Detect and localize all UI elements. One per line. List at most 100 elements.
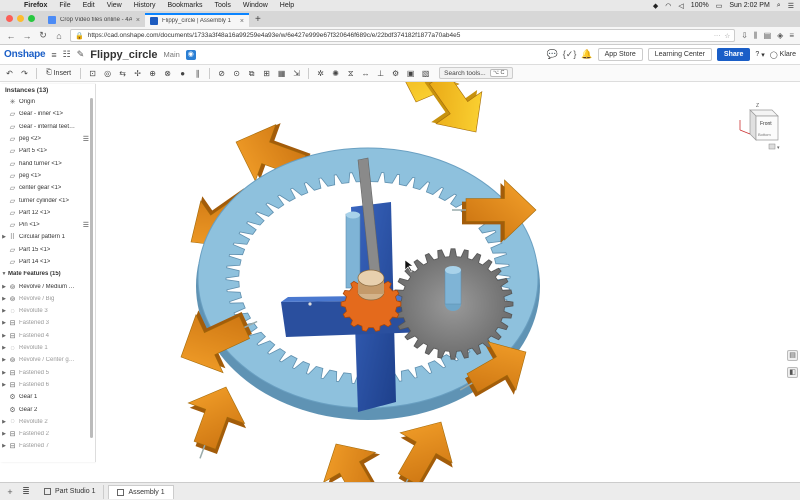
mate-list-item[interactable]: ⚙ Gear 2 bbox=[0, 403, 95, 415]
mate-list-item[interactable]: ▶ ⊟ Fastened 6 bbox=[0, 379, 95, 391]
menu-file[interactable]: File bbox=[53, 2, 76, 9]
onshape-logo[interactable]: Onshape bbox=[4, 49, 46, 60]
instance-list-item[interactable]: ▱ Part 14 <1> bbox=[0, 256, 95, 268]
explode-tool-icon[interactable]: ⇲ bbox=[291, 68, 302, 79]
linear-relation-tool-icon[interactable]: ↔ bbox=[360, 68, 371, 79]
gear-relation-tool-icon[interactable]: ✲ bbox=[315, 68, 326, 79]
mate-connector-tool-icon[interactable]: ⊙ bbox=[231, 68, 242, 79]
release-icon[interactable]: ◉ bbox=[185, 49, 196, 60]
notifications-bell-icon[interactable]: 🔔 bbox=[581, 49, 592, 60]
edit-pencil-icon[interactable]: ✎ bbox=[77, 49, 85, 60]
chevron-down-icon[interactable]: ▼ bbox=[0, 271, 8, 277]
learning-center-button[interactable]: Learning Center bbox=[647, 48, 712, 61]
ball-mate-tool-icon[interactable]: ● bbox=[177, 68, 188, 79]
instance-list-item[interactable]: ▶ ⠿ Circular pattern 1 bbox=[0, 231, 95, 243]
chevron-right-icon[interactable]: ▶ bbox=[0, 296, 8, 302]
rack-pinion-tool-icon[interactable]: ✺ bbox=[330, 68, 341, 79]
replicate-tool-icon[interactable]: ⊞ bbox=[261, 68, 272, 79]
chevron-right-icon[interactable]: ▶ bbox=[0, 320, 8, 326]
app-store-button[interactable]: App Store bbox=[597, 48, 643, 61]
menu-edit[interactable]: Edit bbox=[77, 2, 101, 9]
panel-scrollbar[interactable] bbox=[90, 98, 93, 438]
instance-list-item[interactable]: ▱ Part 5 <1> bbox=[0, 145, 95, 157]
chevron-right-icon[interactable]: ▶ bbox=[0, 333, 8, 339]
mate-list-item[interactable]: ▶ ⊚ Revolve / Medium … bbox=[0, 280, 95, 292]
instance-list-item[interactable]: ▱ peg <2> ☰ bbox=[0, 133, 95, 145]
mate-list-item[interactable]: ▶ ⊚ Revolve / Center g… bbox=[0, 354, 95, 366]
browser-tab-crop-video[interactable]: Crop Video files online - 4A0… × bbox=[43, 13, 145, 27]
menu-view[interactable]: View bbox=[101, 2, 128, 9]
spotlight-icon[interactable]: ⌕ bbox=[777, 2, 781, 10]
mate-features-header[interactable]: ▼ Mate Features (15) bbox=[0, 268, 95, 280]
graphics-canvas[interactable]: Z Front Bottom ▾ ▤ ◧ bbox=[96, 22, 800, 500]
user-menu[interactable]: ◯ Klare bbox=[770, 51, 796, 59]
menu-history[interactable]: History bbox=[128, 2, 162, 9]
slider-mate-tool-icon[interactable]: ⇆ bbox=[117, 68, 128, 79]
volume-icon[interactable]: ◁ bbox=[678, 2, 683, 10]
mate-list-item[interactable]: ▶ ◌ Revolute 2 bbox=[0, 416, 95, 428]
back-icon[interactable]: ← bbox=[6, 31, 16, 41]
chevron-right-icon[interactable]: ▶ bbox=[0, 357, 8, 363]
instance-list-item[interactable]: ✳ Origin bbox=[0, 96, 95, 108]
revolute-mate-tool-icon[interactable]: ◎ bbox=[102, 68, 113, 79]
instance-list-item[interactable]: ▱ Gear - internal teet… bbox=[0, 121, 95, 133]
sidebar-icon[interactable]: ▤ bbox=[764, 31, 772, 41]
instance-list-item[interactable]: ▱ Pin <1> ☰ bbox=[0, 219, 95, 231]
featurescript-icon[interactable]: {✓} bbox=[563, 49, 577, 60]
add-tab-icon[interactable]: + bbox=[4, 487, 16, 497]
page-actions-icon[interactable]: ··· bbox=[714, 32, 721, 39]
battery-icon[interactable]: ▭ bbox=[716, 2, 723, 10]
view-cube[interactable]: Z Front Bottom ▾ bbox=[736, 100, 782, 150]
chevron-right-icon[interactable]: ▶ bbox=[0, 345, 8, 351]
reload-icon[interactable]: ↻ bbox=[38, 30, 48, 41]
instance-list-item[interactable]: ▱ Part 15 <1> bbox=[0, 244, 95, 256]
tab-assembly-1[interactable]: Assembly 1 bbox=[108, 484, 174, 499]
tab-part-studio-1[interactable]: Part Studio 1 bbox=[36, 484, 105, 499]
group-tool-icon[interactable]: ⧉ bbox=[246, 68, 257, 79]
mate-list-item[interactable]: ▶ ◌ Revolute 3 bbox=[0, 305, 95, 317]
mate-list-item[interactable]: ⚙ Gear 1 bbox=[0, 391, 95, 403]
dropbox-icon[interactable]: ◆ bbox=[653, 2, 658, 10]
chevron-right-icon[interactable]: ▶ bbox=[0, 284, 8, 290]
properties-panel-icon[interactable]: ◧ bbox=[787, 367, 798, 378]
chevron-right-icon[interactable]: ▶ bbox=[0, 370, 8, 376]
context-menu-icon[interactable]: ☰ bbox=[83, 135, 89, 143]
mate-list-item[interactable]: ▶ ⊟ Fastened 2 bbox=[0, 428, 95, 440]
menu-icon[interactable]: ≡ bbox=[789, 31, 794, 41]
instance-list-item[interactable]: ▱ Part 12 <1> bbox=[0, 207, 95, 219]
instance-list-item[interactable]: ▱ turner cylinder <1> bbox=[0, 194, 95, 206]
chevron-right-icon[interactable]: ▶ bbox=[0, 443, 8, 449]
animate-tool-icon[interactable]: ▣ bbox=[405, 68, 416, 79]
feature-list-icon[interactable]: ☷ bbox=[63, 49, 71, 60]
minimize-window-button[interactable] bbox=[17, 15, 24, 22]
planar-mate-tool-icon[interactable]: ✢ bbox=[132, 68, 143, 79]
instance-list-item[interactable]: ▱ Gear - inner <1> bbox=[0, 108, 95, 120]
wifi-icon[interactable]: ◠ bbox=[665, 2, 671, 10]
tab-manager-icon[interactable]: ≣ bbox=[20, 486, 32, 497]
extension-icon[interactable]: ◈ bbox=[777, 31, 783, 41]
instance-list-item[interactable]: ▱ peg <1> bbox=[0, 170, 95, 182]
chevron-down-icon[interactable]: ▾ bbox=[777, 145, 780, 150]
close-tab-icon[interactable]: × bbox=[136, 17, 140, 24]
menu-bookmarks[interactable]: Bookmarks bbox=[162, 2, 209, 9]
branch-name[interactable]: Main bbox=[164, 50, 180, 59]
share-button[interactable]: Share bbox=[716, 48, 751, 61]
redo-icon[interactable]: ↷ bbox=[19, 68, 30, 79]
menu-window[interactable]: Window bbox=[237, 2, 274, 9]
document-name[interactable]: Flippy_circle bbox=[90, 49, 157, 61]
screw-relation-tool-icon[interactable]: ⧖ bbox=[345, 68, 356, 79]
pattern-tool-icon[interactable]: ▦ bbox=[276, 68, 287, 79]
mate-list-item[interactable]: ▶ ◌ Revolute 1 bbox=[0, 342, 95, 354]
context-menu-icon[interactable]: ☰ bbox=[83, 221, 89, 229]
chevron-right-icon[interactable]: ▶ bbox=[0, 234, 8, 240]
mate-list-item[interactable]: ▶ ⊟ Fastened 7 bbox=[0, 440, 95, 452]
new-tab-button[interactable]: + bbox=[249, 14, 267, 27]
browser-tab-flippy-circle[interactable]: Flippy_circle | Assembly 1 × bbox=[145, 13, 249, 27]
section-view-tool-icon[interactable]: ⚙ bbox=[390, 68, 401, 79]
mate-list-item[interactable]: ▶ ⊟ Fastened 4 bbox=[0, 330, 95, 342]
hamburger-menu-icon[interactable]: ≡ bbox=[51, 50, 56, 60]
notification-icon[interactable]: ☰ bbox=[788, 2, 794, 10]
fastened-mate-tool-icon[interactable]: ⊡ bbox=[87, 68, 98, 79]
chevron-right-icon[interactable]: ▶ bbox=[0, 431, 8, 437]
menu-tools[interactable]: Tools bbox=[209, 2, 237, 9]
